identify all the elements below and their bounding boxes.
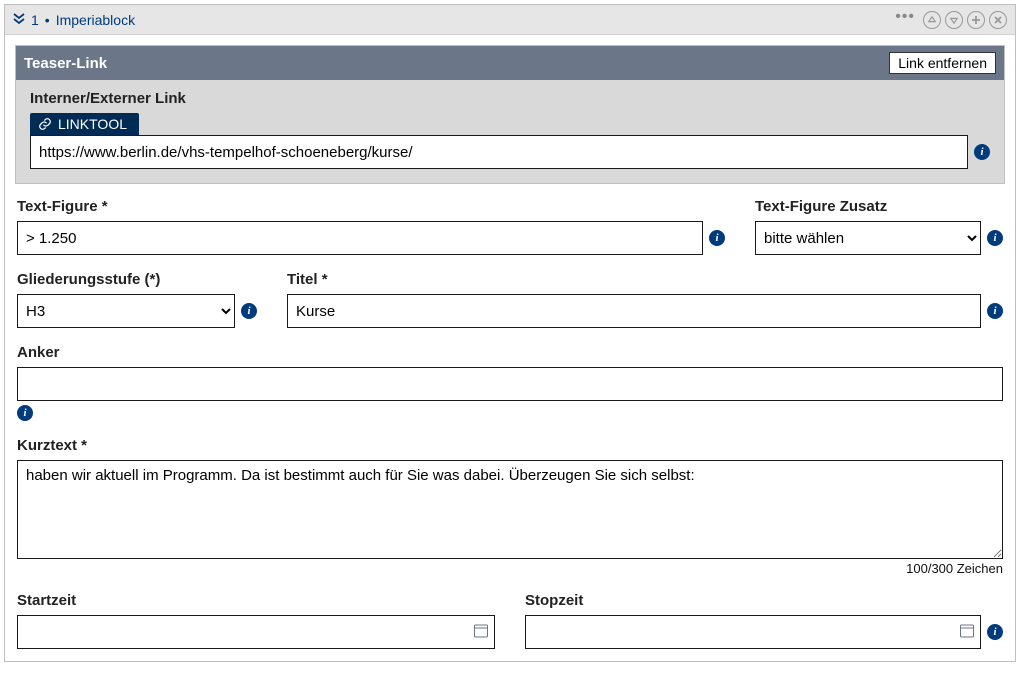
teaser-header: Teaser-Link Link entfernen — [16, 46, 1004, 80]
info-icon[interactable]: i — [987, 624, 1003, 640]
remove-button[interactable] — [989, 11, 1007, 29]
startzeit-label: Startzeit — [17, 592, 495, 609]
move-up-button[interactable] — [923, 11, 941, 29]
block-title: Imperiablock — [56, 12, 135, 28]
linktool-button[interactable]: LINKTOOL — [30, 113, 139, 135]
text-figure-zusatz-label: Text-Figure Zusatz — [755, 198, 1003, 215]
titel-label: Titel * — [287, 271, 1003, 288]
gliederungsstufe-select[interactable]: H3 — [17, 294, 235, 328]
calendar-icon[interactable] — [959, 623, 975, 642]
gliederungsstufe-label: Gliederungsstufe (*) — [17, 271, 257, 288]
anker-label: Anker — [17, 344, 1003, 361]
teaser-link-panel: Teaser-Link Link entfernen Interner/Exte… — [15, 45, 1005, 184]
chevron-down-icon[interactable] — [13, 13, 25, 27]
info-icon[interactable]: i — [709, 230, 725, 246]
stopzeit-input[interactable] — [525, 615, 981, 649]
more-icon[interactable]: ••• — [895, 9, 915, 25]
text-figure-label: Text-Figure * — [17, 198, 725, 215]
url-input[interactable] — [30, 135, 968, 169]
block-index: 1 — [31, 12, 39, 28]
anker-input[interactable] — [17, 367, 1003, 401]
calendar-icon[interactable] — [473, 623, 489, 642]
info-icon[interactable]: i — [974, 144, 990, 160]
block-header: 1 • Imperiablock ••• — [5, 5, 1015, 35]
info-icon[interactable]: i — [987, 303, 1003, 319]
link-icon — [38, 117, 52, 131]
separator-dot: • — [45, 12, 50, 28]
teaser-title: Teaser-Link — [24, 55, 107, 72]
info-icon[interactable]: i — [987, 230, 1003, 246]
stopzeit-label: Stopzeit — [525, 592, 1003, 609]
remove-link-button[interactable]: Link entfernen — [889, 52, 996, 74]
link-type-label: Interner/Externer Link — [30, 90, 990, 107]
info-icon[interactable]: i — [17, 405, 33, 421]
titel-input[interactable] — [287, 294, 981, 328]
add-button[interactable] — [967, 11, 985, 29]
kurztext-textarea[interactable]: haben wir aktuell im Programm. Da ist be… — [17, 460, 1003, 559]
text-figure-zusatz-select[interactable]: bitte wählen — [755, 221, 981, 255]
text-figure-input[interactable] — [17, 221, 703, 255]
kurztext-label: Kurztext * — [17, 437, 1003, 454]
imperiablock-container: 1 • Imperiablock ••• — [4, 4, 1016, 662]
info-icon[interactable]: i — [241, 303, 257, 319]
startzeit-input[interactable] — [17, 615, 495, 649]
kurztext-counter: 100/300 Zeichen — [17, 561, 1003, 576]
move-down-button[interactable] — [945, 11, 963, 29]
